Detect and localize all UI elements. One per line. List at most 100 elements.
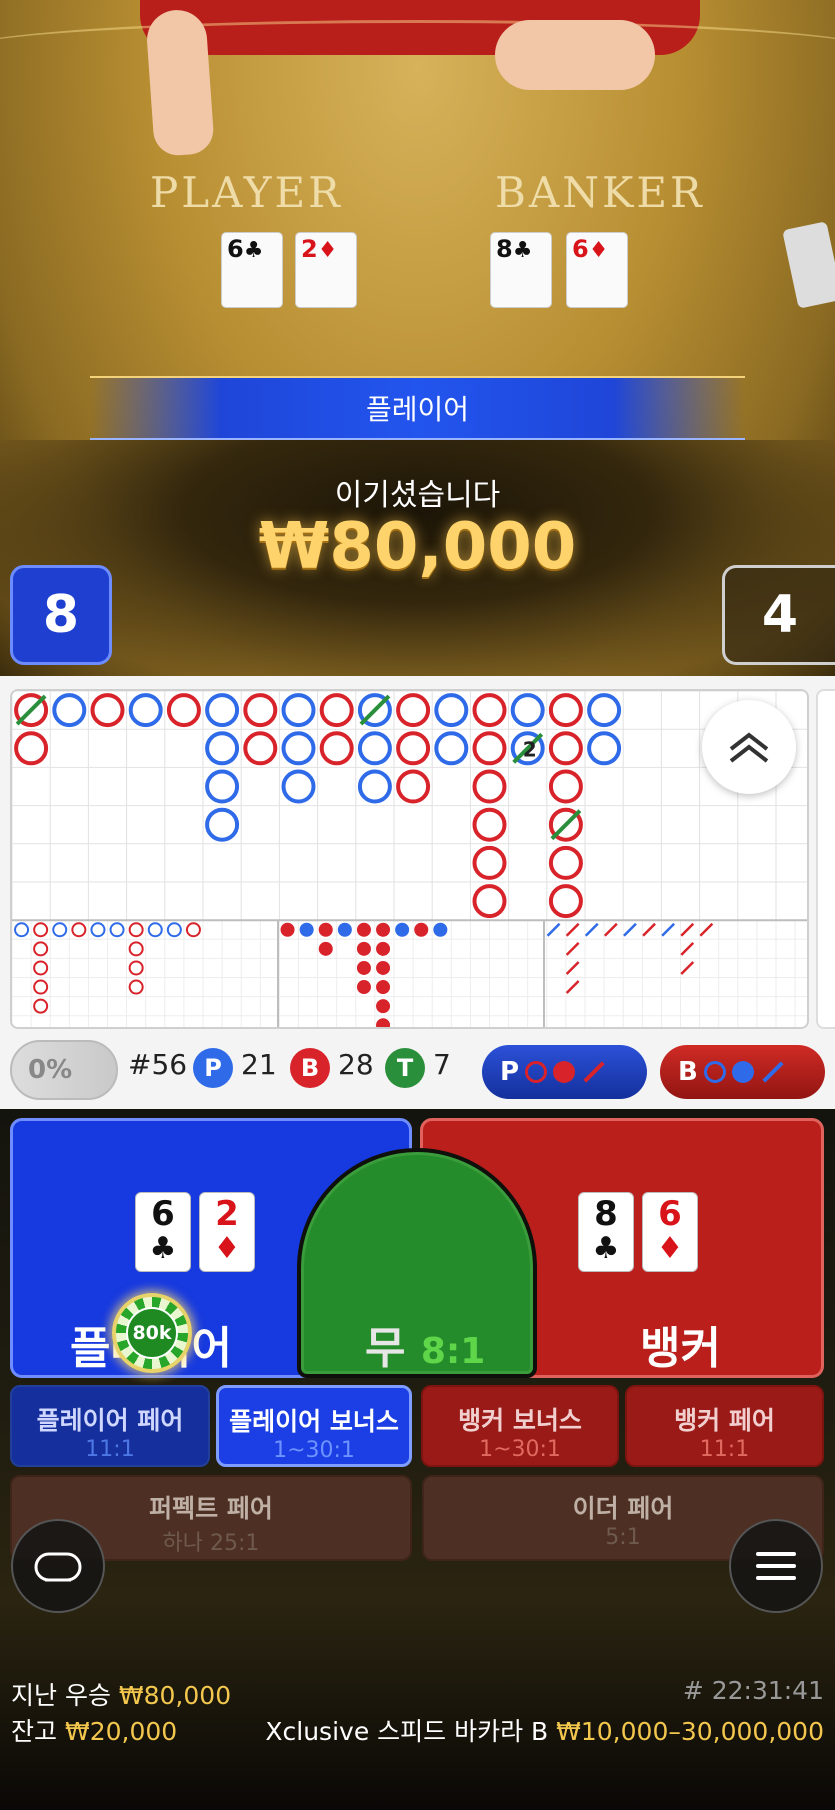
predict-cockroach-icon <box>583 1061 605 1083</box>
banker-bet-label: 뱅커 <box>640 1323 721 1374</box>
table-banker-card-1: 8♣ <box>490 232 552 308</box>
banker-marker <box>243 693 278 728</box>
menu-button[interactable] <box>729 1519 823 1613</box>
banker-marker <box>472 845 507 880</box>
round-id: # 22:31:41 <box>682 1676 824 1705</box>
big-eye-marker <box>33 979 49 995</box>
banker-pair-bet[interactable]: 뱅커 페어 11:1 <box>625 1385 824 1467</box>
roadmap-grid: 2 <box>12 691 807 1027</box>
banker-marker <box>319 731 354 766</box>
next-roadmap-edge[interactable] <box>816 689 835 1029</box>
collapse-roadmap-button[interactable] <box>702 700 796 794</box>
tie-odds: 8:1 <box>420 1331 486 1372</box>
predict-small-icon <box>553 1061 576 1083</box>
cockroach-marker <box>680 922 695 937</box>
big-eye-marker <box>128 979 144 995</box>
player-marker <box>281 731 316 766</box>
small-road-marker <box>299 922 314 937</box>
tie-count: 7 <box>433 1048 451 1081</box>
win-amount: ₩80,000 <box>258 510 577 584</box>
cockroach-marker <box>623 922 637 937</box>
table-info[interactable]: Xclusive 스피드 바카라 B ₩10,000–30,000,000 <box>265 1712 824 1748</box>
player-marker <box>357 769 392 804</box>
tie-label-text: 무 <box>365 1323 406 1374</box>
banker-marker <box>90 693 125 728</box>
cockroach-marker <box>565 980 580 994</box>
cockroach-marker <box>565 941 580 956</box>
roadmap[interactable]: 2 <box>10 689 809 1029</box>
predict-big-eye-icon <box>703 1061 726 1083</box>
small-road-marker <box>376 1018 391 1027</box>
player-marker <box>281 693 316 728</box>
chip-value: 80k <box>126 1307 178 1359</box>
banker-marker <box>243 731 278 766</box>
banker-marker <box>548 693 583 728</box>
cockroach-marker <box>584 922 599 937</box>
small-road-marker <box>280 922 295 937</box>
player-card-1: 6 ♣ <box>135 1192 191 1272</box>
player-marker <box>281 769 316 804</box>
player-bonus-bet[interactable]: 플레이어 보너스 1~30:1 <box>216 1385 412 1467</box>
banker-bonus-label: 뱅커 보너스 <box>458 1406 582 1435</box>
table-limits: ₩10,000–30,000,000 <box>556 1717 824 1746</box>
banker-bonus-odds: 1~30:1 <box>479 1437 561 1462</box>
cockroach-marker <box>680 941 695 956</box>
winner-banner: 플레이어 <box>90 376 745 440</box>
banker-count-badge: B <box>290 1048 330 1088</box>
big-eye-marker <box>147 922 163 938</box>
table-banker-label: BANKER <box>495 168 705 217</box>
small-road-marker <box>318 941 333 956</box>
small-road-marker <box>395 922 410 937</box>
banker-marker <box>472 769 507 804</box>
big-eye-marker <box>33 960 49 976</box>
table-player-card-2: 2♦ <box>295 232 357 308</box>
big-eye-marker <box>128 960 144 976</box>
banker-marker <box>472 731 507 766</box>
table-banker-card-2: 6♦ <box>566 232 628 308</box>
either-pair-label: 이더 페어 <box>572 1494 674 1523</box>
banker-marker <box>472 807 507 842</box>
banker-pair-odds: 11:1 <box>699 1437 750 1462</box>
predict-banker-letter: B <box>678 1057 698 1087</box>
percent-pill[interactable]: 0% <box>10 1040 118 1100</box>
player-predict-button[interactable]: P <box>482 1045 647 1099</box>
hamburger-menu-icon <box>756 1552 796 1580</box>
tie-count-badge: T <box>385 1048 425 1088</box>
dealer-hand-left <box>145 8 215 157</box>
table-name: Xclusive 스피드 바카라 B <box>265 1717 549 1746</box>
card-shoe <box>782 221 835 309</box>
player-pair-odds: 11:1 <box>85 1437 135 1462</box>
banker-bonus-bet[interactable]: 뱅커 보너스 1~30:1 <box>421 1385 619 1467</box>
player-marker <box>510 693 545 728</box>
cockroach-marker <box>661 922 676 937</box>
chat-button[interactable] <box>11 1519 105 1613</box>
banker-predict-button[interactable]: B <box>660 1045 825 1099</box>
banker-pair-label: 뱅커 페어 <box>674 1406 775 1435</box>
cockroach-marker <box>565 922 580 937</box>
player-score: 8 <box>10 565 112 665</box>
predict-small-icon <box>731 1061 754 1083</box>
banker-marker <box>396 731 431 766</box>
tie-bet-label: 무 8:1 <box>365 1312 485 1376</box>
small-road-marker <box>414 922 429 937</box>
big-eye-marker <box>71 922 87 938</box>
big-eye-marker <box>33 922 49 938</box>
small-road-marker <box>356 941 371 956</box>
perfect-pair-label: 퍼펙트 페어 <box>149 1494 273 1523</box>
banker-marker <box>396 769 431 804</box>
player-count: 21 <box>241 1048 277 1081</box>
banker-marker <box>396 693 431 728</box>
player-count-badge: P <box>193 1048 233 1088</box>
player-pair-bet[interactable]: 플레이어 페어 11:1 <box>10 1385 210 1467</box>
big-eye-marker <box>33 998 49 1014</box>
banker-count: 28 <box>338 1048 374 1081</box>
small-road-marker <box>356 980 371 995</box>
player-card-2: 2 ♦ <box>199 1192 255 1272</box>
chevron-double-up-icon <box>729 732 769 763</box>
small-road-marker <box>337 922 352 937</box>
round-number: #56 <box>128 1048 188 1081</box>
banker-marker <box>548 769 583 804</box>
big-eye-marker <box>128 922 144 938</box>
chat-icon <box>34 1552 82 1582</box>
balance: 잔고 ₩20,000 <box>11 1712 177 1748</box>
